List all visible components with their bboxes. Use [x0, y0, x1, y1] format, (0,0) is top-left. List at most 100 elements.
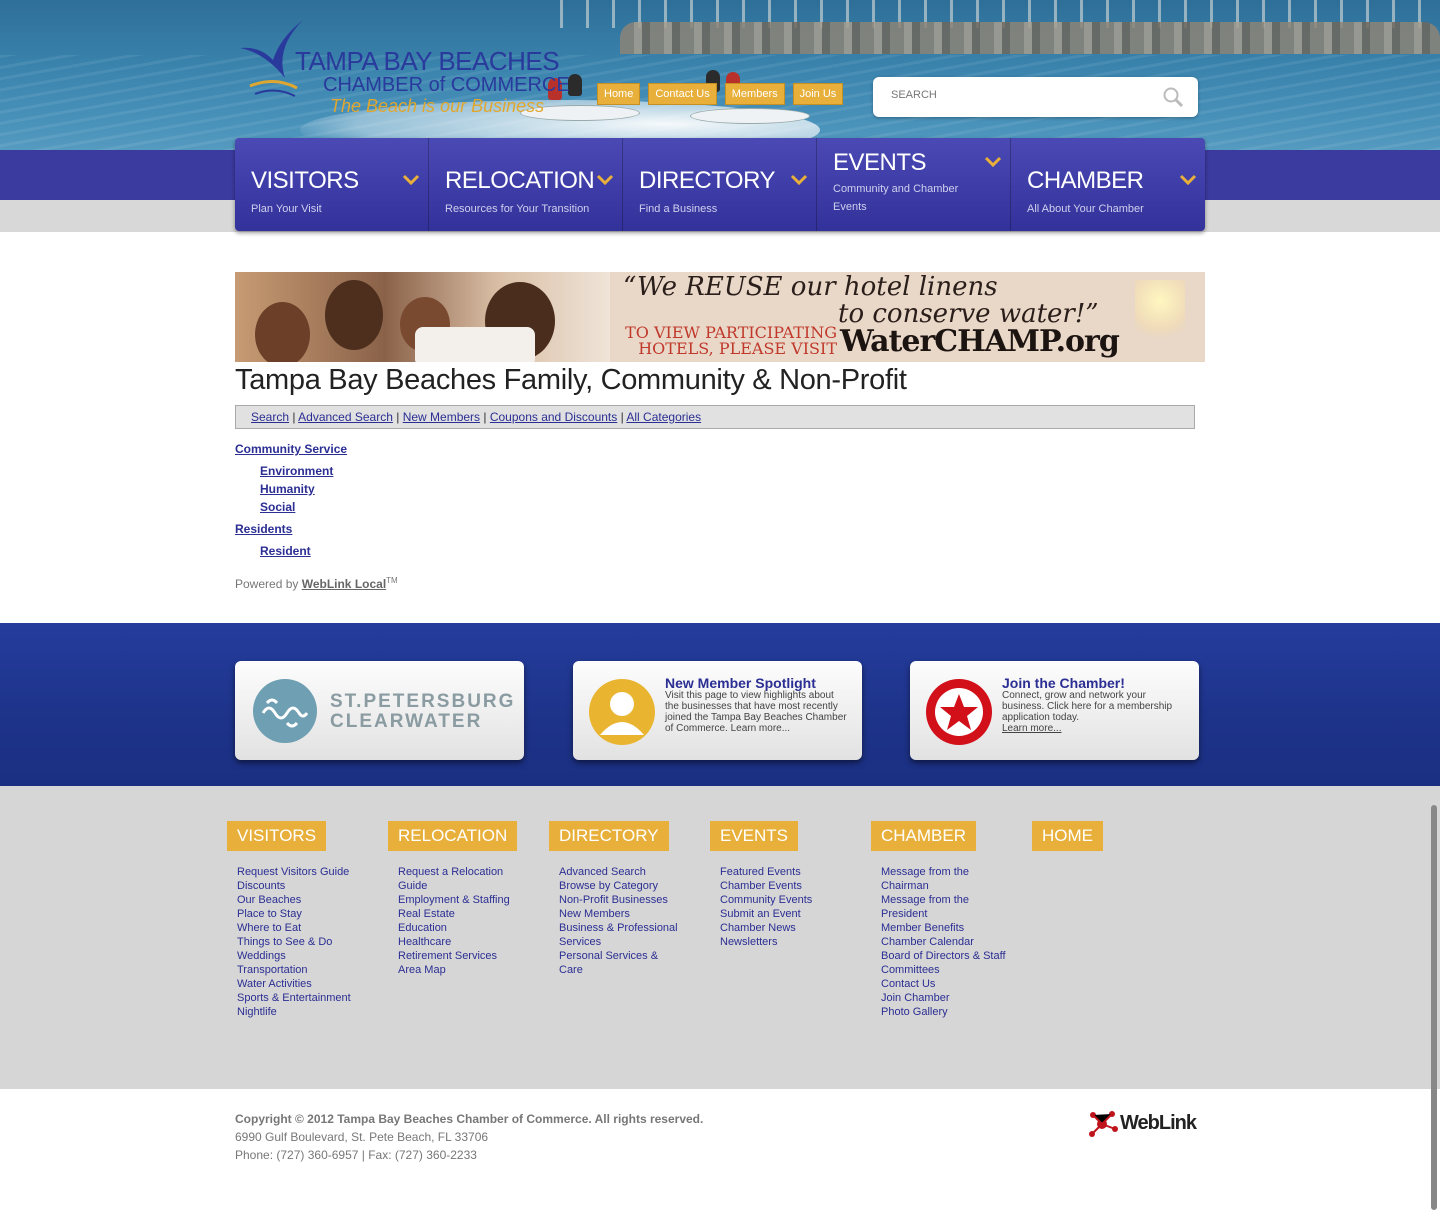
nav-directory[interactable]: DIRECTORY Find a Business: [623, 138, 817, 231]
powered-prefix: Powered by: [235, 577, 302, 591]
footer-link[interactable]: Contact Us: [881, 977, 1006, 991]
footer-link[interactable]: Request a Relocation Guide: [398, 865, 523, 893]
footer-link[interactable]: Education: [398, 921, 523, 935]
nav-title: DIRECTORY: [639, 167, 775, 194]
stpete-clearwater-card[interactable]: ST.PETERSBURG CLEARWATER: [235, 661, 524, 760]
footer-heading[interactable]: HOME: [1032, 821, 1103, 851]
footer-link[interactable]: Message from the President: [881, 893, 1006, 921]
footer-link[interactable]: Board of Directors & Staff: [881, 949, 1006, 963]
footer-heading[interactable]: CHAMBER: [871, 821, 977, 851]
join-chamber-card[interactable]: Join the Chamber! Connect, grow and netw…: [910, 661, 1199, 760]
footer-link[interactable]: Area Map: [398, 963, 523, 977]
waterchamp-banner[interactable]: “We REUSE our hotel linens to conserve wa…: [235, 272, 1205, 362]
top-link-join[interactable]: Join Us: [792, 83, 844, 105]
link-all-categories[interactable]: All Categories: [626, 410, 701, 424]
footer-link[interactable]: Personal Services & Care: [559, 949, 684, 977]
footer-link[interactable]: Place to Stay: [237, 907, 362, 921]
footer-link[interactable]: Advanced Search: [559, 865, 684, 879]
footer-link[interactable]: Chamber News: [720, 921, 845, 935]
card-title: New Member Spotlight: [665, 675, 816, 691]
weblink-local-link[interactable]: WebLink Local: [302, 577, 386, 591]
subcategory-social[interactable]: Social: [260, 500, 295, 514]
nav-title: VISITORS: [251, 167, 359, 194]
footer-link[interactable]: Non-Profit Businesses: [559, 893, 684, 907]
search-input[interactable]: [891, 89, 1151, 101]
footer-link[interactable]: Browse by Category: [559, 879, 684, 893]
logo-tagline: The Beach is our Business: [330, 96, 545, 116]
footer-link[interactable]: Chamber Calendar: [881, 935, 1006, 949]
stpete-logo-line-2: CLEARWATER: [330, 711, 483, 732]
footer-link[interactable]: Member Benefits: [881, 921, 1006, 935]
photo-pillow: [415, 327, 535, 362]
footer-link[interactable]: Retirement Services: [398, 949, 523, 963]
footer-link[interactable]: Request Visitors Guide: [237, 865, 362, 879]
page-scrollbar[interactable]: [1431, 805, 1437, 1210]
subcategory-environment[interactable]: Environment: [260, 464, 333, 478]
banner-quote-line-1: “We REUSE our hotel linens: [623, 272, 998, 302]
page: { "header": { "logo": {"line1": "TAMPA B…: [0, 0, 1440, 1212]
card-body: Connect, grow and network your business.…: [1002, 690, 1187, 734]
footer-link[interactable]: Water Activities: [237, 977, 362, 991]
learn-more-link[interactable]: Learn more...: [1002, 723, 1061, 734]
category-residents[interactable]: Residents: [235, 522, 292, 536]
footer-link[interactable]: New Members: [559, 907, 684, 921]
footer-heading[interactable]: EVENTS: [710, 821, 799, 851]
copyright-line: Copyright © 2012 Tampa Bay Beaches Chamb…: [235, 1112, 704, 1126]
footer-link[interactable]: Healthcare: [398, 935, 523, 949]
chamber-logo[interactable]: TAMPA BAY BEACHES CHAMBER of COMMERCE Th…: [235, 18, 570, 118]
subcategory-humanity[interactable]: Humanity: [260, 482, 315, 496]
link-new-members[interactable]: New Members: [403, 410, 480, 424]
banner-visit-line-2: HOTELS, PLEASE VISIT: [638, 339, 837, 358]
weblink-logo[interactable]: WebLink: [1088, 1109, 1208, 1145]
logo-line-1: TAMPA BAY BEACHES: [295, 46, 560, 76]
footer-link[interactable]: Submit an Event: [720, 907, 845, 921]
footer-link[interactable]: Join Chamber: [881, 991, 1006, 1005]
footer-link-list: Request Visitors Guide Discounts Our Beach…: [227, 865, 362, 1019]
new-member-spotlight-card[interactable]: New Member Spotlight Visit this page to …: [573, 661, 862, 760]
nav-events[interactable]: EVENTS Community and Chamber Events: [817, 138, 1011, 231]
top-link-home[interactable]: Home: [597, 83, 641, 105]
search-box: [873, 77, 1198, 117]
stpete-logo-line-1: ST.PETERSBURG: [330, 691, 516, 712]
footer-link-list: Request a Relocation Guide Employment & S…: [388, 865, 523, 977]
banner-url: WaterCHAMP.org: [840, 324, 1120, 359]
footer-heading[interactable]: DIRECTORY: [549, 821, 669, 851]
footer-link[interactable]: Things to See & Do: [237, 935, 362, 949]
footer-link[interactable]: Photo Gallery: [881, 1005, 1006, 1019]
footer-link[interactable]: Where to Eat: [237, 921, 362, 935]
footer-link[interactable]: Message from the Chairman: [881, 865, 1006, 893]
footer-link[interactable]: Employment & Staffing: [398, 893, 523, 907]
footer-link[interactable]: Committees: [881, 963, 1006, 977]
phone-line: Phone: (727) 360-6957 | Fax: (727) 360-2…: [235, 1148, 477, 1162]
footer-link[interactable]: Featured Events: [720, 865, 845, 879]
nav-chamber[interactable]: CHAMBER All About Your Chamber: [1011, 138, 1205, 231]
footer-link[interactable]: Real Estate: [398, 907, 523, 921]
footer-link[interactable]: Nightlife: [237, 1005, 362, 1019]
footer-link[interactable]: Weddings: [237, 949, 362, 963]
link-advanced-search[interactable]: Advanced Search: [298, 410, 393, 424]
search-icon[interactable]: [1162, 86, 1184, 108]
nav-title: CHAMBER: [1027, 167, 1144, 194]
nav-visitors[interactable]: VISITORS Plan Your Visit: [235, 138, 429, 231]
footer-heading[interactable]: RELOCATION: [388, 821, 518, 851]
footer-link[interactable]: Transportation: [237, 963, 362, 977]
footer-link[interactable]: Newsletters: [720, 935, 845, 949]
top-link-contact[interactable]: Contact Us: [648, 83, 717, 105]
link-search[interactable]: Search: [251, 410, 289, 424]
footer-heading[interactable]: VISITORS: [227, 821, 327, 851]
footer-links: VISITORS Request Visitors Guide Discounts…: [0, 786, 1440, 1089]
subcategory-resident[interactable]: Resident: [260, 544, 311, 558]
top-link-members[interactable]: Members: [724, 83, 785, 105]
link-coupons[interactable]: Coupons and Discounts: [490, 410, 617, 424]
footer-link[interactable]: Discounts: [237, 879, 362, 893]
footer-link[interactable]: Sports & Entertainment: [237, 991, 362, 1005]
footer-link[interactable]: Business & Professional Services: [559, 921, 684, 949]
chevron-down-icon: [402, 174, 420, 186]
banner-visit: TO VIEW PARTICIPATING HOTELS, PLEASE VISI…: [607, 325, 837, 357]
nav-relocation[interactable]: RELOCATION Resources for Your Transition: [429, 138, 623, 231]
footer-link[interactable]: Chamber Events: [720, 879, 845, 893]
category-community-service[interactable]: Community Service: [235, 442, 347, 456]
footer-link[interactable]: Our Beaches: [237, 893, 362, 907]
footer-link[interactable]: Community Events: [720, 893, 845, 907]
footer-column-relocation: RELOCATION Request a Relocation Guide Emp…: [388, 821, 523, 977]
